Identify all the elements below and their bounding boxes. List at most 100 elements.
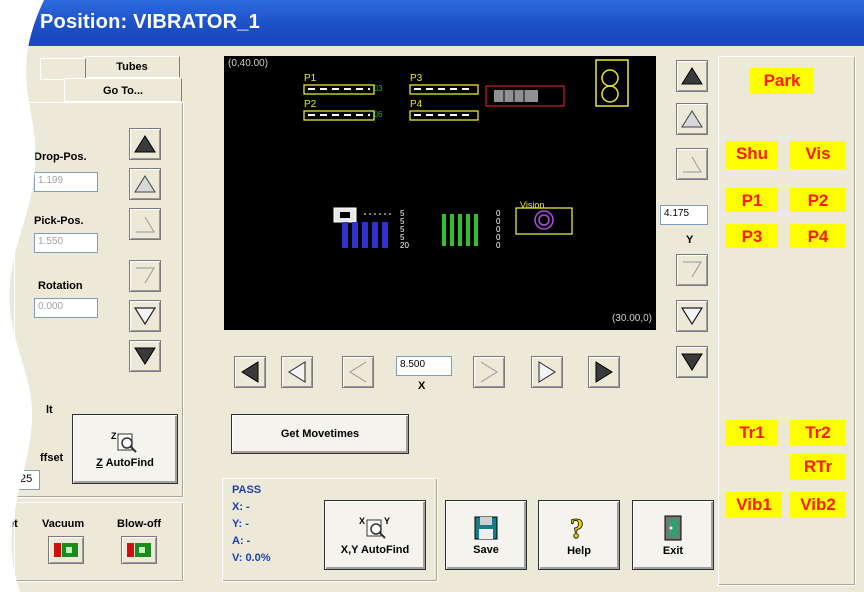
p4-view-label: P4 <box>410 99 423 110</box>
save-button[interactable]: Save <box>445 500 527 570</box>
triangle-up-light-icon <box>136 216 155 233</box>
vision-camera: Vision <box>515 200 573 235</box>
valve-icon <box>127 543 151 557</box>
drop-pos-field[interactable]: 1.199 <box>34 172 98 192</box>
blowoff-toggle[interactable] <box>121 536 157 564</box>
vib2-position-button[interactable]: Vib2 <box>790 492 846 518</box>
y-axis-label: Y <box>686 234 694 246</box>
triangle-down-mid-icon <box>133 307 157 326</box>
x-value-field[interactable]: 8.500 <box>396 356 452 376</box>
svg-text:Y: Y <box>384 516 390 526</box>
machine-view[interactable]: (0,40.00) (30.00,0) P1 ﾛ3 P2 ﾛ6 P3 P4 5 … <box>224 56 656 330</box>
vib1-position-button[interactable]: Vib1 <box>726 492 782 518</box>
y-down-fast-button[interactable] <box>676 346 708 378</box>
triangle-up-dark-icon <box>134 135 156 153</box>
triangle-left-dark-icon <box>241 361 259 383</box>
z-down-medium-button[interactable] <box>129 300 161 332</box>
park-position-button[interactable]: Park <box>750 68 814 94</box>
p1-feeder: P1 ﾛ3 <box>303 73 383 95</box>
help-label: Help <box>567 544 591 557</box>
x-right-medium-button[interactable] <box>531 356 563 388</box>
svg-text:ﾛ6: ﾛ6 <box>374 110 383 119</box>
tab-tubes-label: Tubes <box>116 61 148 73</box>
z-up-medium-button[interactable] <box>129 168 161 200</box>
p1-position-button[interactable]: P1 <box>726 188 778 212</box>
laser-unit <box>595 59 629 107</box>
x-right-fast-button[interactable] <box>588 356 620 388</box>
p2-view-label: P2 <box>304 99 317 110</box>
z-autofind-button[interactable]: Z Z AutoFind <box>72 414 178 484</box>
y-down-slow-button[interactable] <box>676 254 708 286</box>
get-movetimes-label: Get Movetimes <box>280 428 360 440</box>
shu-position-button[interactable]: Shu <box>726 141 778 169</box>
save-label: Save <box>473 543 499 556</box>
exit-button[interactable]: Exit <box>632 500 714 570</box>
vis-position-button[interactable]: Vis <box>790 141 846 169</box>
p3-position-button[interactable]: P3 <box>726 224 778 248</box>
tab-goto[interactable]: Go To... <box>64 78 182 102</box>
blowoff-label: Blow-off <box>117 518 161 530</box>
tray-2: 0 0 0 0 0 <box>442 209 501 250</box>
z-autofind-label: AutoFind <box>105 456 154 469</box>
position-window: Position: VIBRATOR_1 Tubes Go To... Drop… <box>0 0 864 592</box>
x-left-slow-button[interactable] <box>342 356 374 388</box>
triangle-up-light-icon <box>683 156 702 173</box>
y-value-field[interactable]: 4.175 <box>660 205 708 225</box>
tab-goto-label: Go To... <box>102 85 144 97</box>
offset-field[interactable]: 25 <box>16 470 40 490</box>
z-down-slow-button[interactable] <box>129 260 161 292</box>
svg-text:ﾛ3: ﾛ3 <box>374 84 383 93</box>
exit-label: Exit <box>662 544 684 557</box>
x-axis-label: X <box>418 380 426 392</box>
x-right-slow-button[interactable] <box>473 356 505 388</box>
triangle-up-dark-icon <box>681 67 703 85</box>
pick-pos-field[interactable]: 1.550 <box>34 233 98 253</box>
status-a: A: - <box>232 535 251 547</box>
tr2-position-button[interactable]: Tr2 <box>790 420 846 446</box>
x-left-medium-button[interactable] <box>281 356 313 388</box>
svg-text:Z: Z <box>111 431 117 441</box>
tr1-position-button[interactable]: Tr1 <box>726 420 778 446</box>
triangle-up-mid-icon <box>134 175 156 193</box>
vacuum-toggle[interactable] <box>48 536 84 564</box>
rotation-field[interactable]: 0.000 <box>34 298 98 318</box>
rtr-position-button[interactable]: RTr <box>790 454 846 480</box>
get-movetimes-button[interactable]: Get Movetimes <box>231 414 409 454</box>
triangle-down-dark-icon <box>681 353 703 371</box>
exit-door-icon <box>664 515 682 540</box>
y-up-fast-button[interactable] <box>676 60 708 92</box>
drop-pos-label: Drop-Pos. <box>34 151 87 163</box>
layout-drawing: P1 ﾛ3 P2 ﾛ6 P3 P4 5 5 5 5 20 0 0 0 0 0 V… <box>303 59 629 250</box>
y-up-medium-button[interactable] <box>676 103 708 135</box>
triangle-left-mid-icon <box>288 361 306 383</box>
status-result: PASS <box>232 484 262 496</box>
tab-tubes[interactable]: Tubes <box>84 56 180 78</box>
p3-feeder: P3 <box>409 73 565 107</box>
z-up-fast-button[interactable] <box>129 128 161 160</box>
triangle-right-mid-icon <box>538 361 556 383</box>
valve-icon <box>54 543 78 557</box>
z-autofind-icon: Z <box>111 431 137 453</box>
window-title: Position: VIBRATOR_1 <box>40 11 260 33</box>
p4-feeder: P4 <box>409 99 479 121</box>
title-bar: Position: VIBRATOR_1 <box>0 0 864 46</box>
p4-position-button[interactable]: P4 <box>790 224 846 248</box>
floppy-disk-icon <box>474 516 498 539</box>
tab-hidden[interactable] <box>40 58 86 80</box>
offset-label-fragment: lt <box>46 404 53 416</box>
z-down-fast-button[interactable] <box>129 340 161 372</box>
rotation-label: Rotation <box>38 280 83 292</box>
xy-autofind-button[interactable]: X Y X,Y AutoFind <box>324 500 426 570</box>
x-left-fast-button[interactable] <box>234 356 266 388</box>
y-up-slow-button[interactable] <box>676 148 708 180</box>
p2-feeder: P2 ﾛ6 <box>303 99 383 121</box>
z-up-slow-button[interactable] <box>129 208 161 240</box>
status-x: X: - <box>232 501 250 513</box>
pick-pos-label: Pick-Pos. <box>34 215 84 227</box>
help-button[interactable]: ? Help <box>538 500 620 570</box>
offset-label: ffset <box>40 452 64 464</box>
vacuum-panel <box>14 502 184 582</box>
p2-position-button[interactable]: P2 <box>790 188 846 212</box>
svg-text:20: 20 <box>400 241 409 250</box>
y-down-medium-button[interactable] <box>676 300 708 332</box>
